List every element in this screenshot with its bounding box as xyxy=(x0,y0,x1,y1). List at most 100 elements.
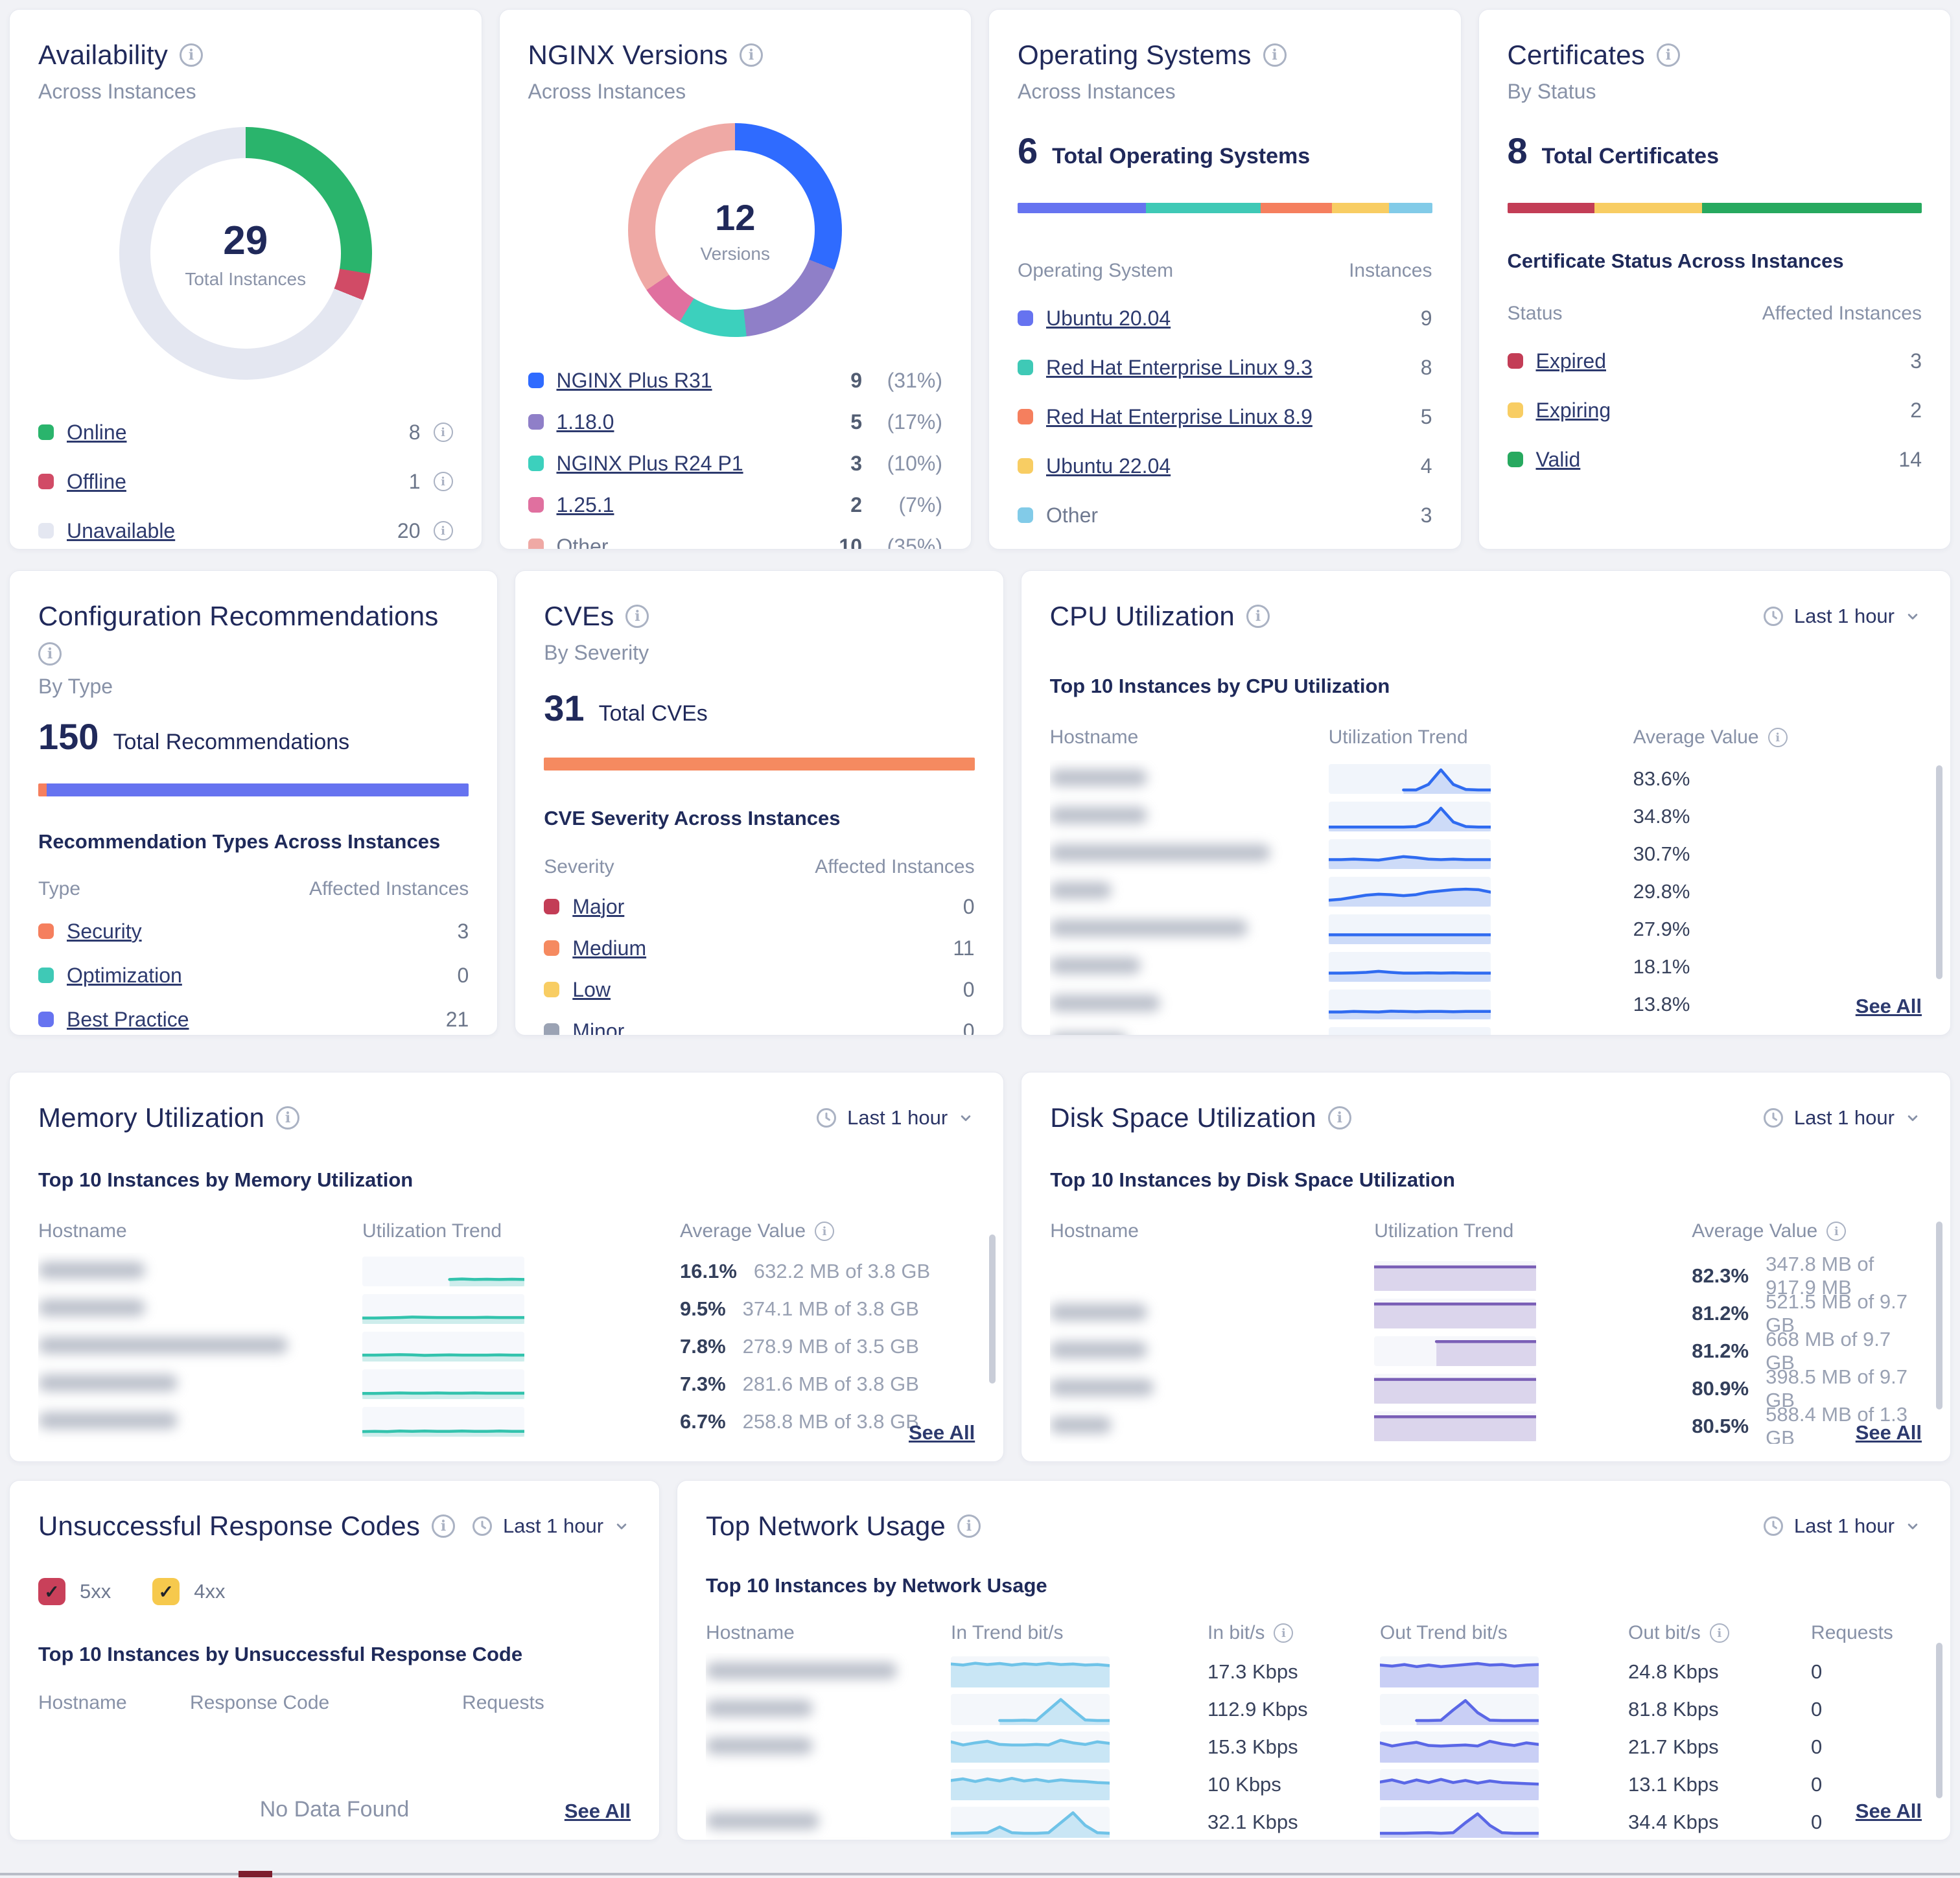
severity-link[interactable]: Major xyxy=(572,895,624,919)
out-trend-sparkline xyxy=(1380,1656,1539,1687)
info-icon[interactable] xyxy=(1826,1222,1846,1241)
hostname-link[interactable] xyxy=(1050,1032,1329,1036)
hostname-link[interactable] xyxy=(706,1662,951,1682)
see-all-link[interactable]: See All xyxy=(1856,995,1922,1018)
legend-color-swatch xyxy=(1018,458,1033,474)
legend-label-link[interactable]: 1.18.0 xyxy=(557,410,614,434)
see-all-link[interactable]: See All xyxy=(1856,1800,1922,1823)
disk-instance-table: 82.3% 347.8 MB of 917.9 MB 81.2% 521.5 M… xyxy=(1050,1253,1922,1444)
time-range-select[interactable]: Last 1 hour xyxy=(1762,1514,1922,1538)
horizontal-scrollbar[interactable] xyxy=(0,1873,1960,1875)
availability-donut-chart: 29 Total Instances xyxy=(119,127,372,380)
info-icon[interactable] xyxy=(432,1514,455,1538)
status-link[interactable]: Expiring xyxy=(1536,399,1611,423)
in-value: 17.3 Kbps xyxy=(1208,1660,1380,1684)
info-icon[interactable] xyxy=(1263,43,1287,67)
out-trend-sparkline xyxy=(1380,1732,1539,1763)
severity-link[interactable]: Medium xyxy=(572,936,646,960)
legend-label-link[interactable]: NGINX Plus R24 P1 xyxy=(557,452,743,476)
os-link[interactable]: Other xyxy=(1046,504,1098,527)
time-range-select[interactable]: Last 1 hour xyxy=(471,1514,631,1538)
hostname-link[interactable] xyxy=(1050,995,1329,1015)
hostname-link[interactable] xyxy=(1050,882,1329,902)
vertical-scrollbar[interactable] xyxy=(1936,1643,1942,1798)
hostname-link[interactable] xyxy=(1050,1379,1374,1399)
hostname-link[interactable] xyxy=(1050,1304,1374,1324)
hostname-link[interactable] xyxy=(1050,769,1329,789)
hostname-link[interactable] xyxy=(38,1374,362,1395)
hostname-link[interactable] xyxy=(1050,1266,1374,1286)
checkbox-checked-icon[interactable] xyxy=(152,1578,180,1605)
legend-label-link[interactable]: Offline xyxy=(67,470,126,494)
horizontal-scrollbar-thumb[interactable] xyxy=(239,1871,272,1877)
severity-link[interactable]: Minor xyxy=(572,1019,624,1036)
time-range-select[interactable]: Last 1 hour xyxy=(1762,605,1922,628)
hostname-link[interactable] xyxy=(1050,807,1329,827)
info-icon[interactable] xyxy=(434,521,453,540)
info-icon[interactable] xyxy=(1768,728,1788,747)
legend-label-link[interactable]: Other xyxy=(557,535,609,550)
info-icon[interactable] xyxy=(1274,1623,1293,1643)
os-link[interactable]: Ubuntu 22.04 xyxy=(1046,454,1171,478)
see-all-link[interactable]: See All xyxy=(1856,1421,1922,1444)
os-link[interactable]: Red Hat Enterprise Linux 8.9 xyxy=(1046,405,1312,429)
bar-segment xyxy=(1332,203,1389,213)
redacted-hostname xyxy=(1050,769,1147,786)
time-range-select[interactable]: Last 1 hour xyxy=(1762,1106,1922,1130)
hostname-link[interactable] xyxy=(706,1700,951,1720)
legend-label-link[interactable]: 1.25.1 xyxy=(557,493,614,517)
hostname-link[interactable] xyxy=(1050,1417,1374,1437)
see-all-link[interactable]: See All xyxy=(565,1800,631,1823)
hostname-link[interactable] xyxy=(38,1299,362,1319)
donut-center-value: 12 xyxy=(715,196,755,238)
hostname-link[interactable] xyxy=(706,1737,951,1757)
column-header-trend: Utilization Trend xyxy=(1374,1220,1692,1242)
status-link[interactable]: Valid xyxy=(1536,448,1581,472)
average-detail: 258.8 MB of 3.8 GB xyxy=(743,1410,919,1433)
info-icon[interactable] xyxy=(740,43,763,67)
legend-label-link[interactable]: NGINX Plus R31 xyxy=(557,369,712,393)
info-icon[interactable] xyxy=(1246,605,1270,628)
info-icon[interactable] xyxy=(434,423,453,442)
legend-label-link[interactable]: Online xyxy=(67,421,127,445)
see-all-link[interactable]: See All xyxy=(909,1421,975,1444)
info-icon[interactable] xyxy=(625,605,649,628)
hostname-link[interactable] xyxy=(1050,920,1329,940)
hostname-link[interactable] xyxy=(38,1262,362,1282)
hostname-link[interactable] xyxy=(38,1412,362,1432)
info-icon[interactable] xyxy=(434,472,453,491)
recommendation-type-list: Security 3 Optimization 0 Best Practice … xyxy=(38,918,469,1032)
hostname-link[interactable] xyxy=(706,1775,951,1795)
vertical-scrollbar[interactable] xyxy=(989,1235,996,1384)
hostname-link[interactable] xyxy=(1050,1341,1374,1362)
info-icon[interactable] xyxy=(180,43,203,67)
type-link[interactable]: Optimization xyxy=(67,964,182,988)
card-subtitle: By Status xyxy=(1508,80,1922,104)
info-icon[interactable] xyxy=(815,1222,834,1241)
status-link[interactable]: Expired xyxy=(1536,349,1607,373)
os-link[interactable]: Ubuntu 20.04 xyxy=(1046,307,1171,330)
info-icon[interactable] xyxy=(1328,1106,1351,1130)
legend-label-link[interactable]: Unavailable xyxy=(67,519,175,543)
legend-row: 1.25.1 2 (7%) xyxy=(528,492,943,518)
info-icon[interactable] xyxy=(276,1106,299,1130)
severity-link[interactable]: Low xyxy=(572,978,611,1002)
info-icon[interactable] xyxy=(957,1514,981,1538)
legend-color-swatch xyxy=(528,497,544,513)
operating-systems-card: Operating Systems Across Instances 6 Tot… xyxy=(988,9,1462,550)
vertical-scrollbar[interactable] xyxy=(1936,765,1942,979)
hostname-link[interactable] xyxy=(706,1813,951,1833)
os-link[interactable]: Red Hat Enterprise Linux 9.3 xyxy=(1046,356,1312,380)
info-icon[interactable] xyxy=(1657,43,1680,67)
type-link[interactable]: Best Practice xyxy=(67,1008,189,1032)
hostname-link[interactable] xyxy=(38,1337,362,1357)
vertical-scrollbar[interactable] xyxy=(1936,1222,1942,1409)
info-icon[interactable] xyxy=(1710,1623,1729,1643)
clock-icon xyxy=(815,1106,838,1130)
type-link[interactable]: Security xyxy=(67,920,142,944)
info-icon[interactable] xyxy=(38,642,62,666)
checkbox-checked-icon[interactable] xyxy=(38,1578,65,1605)
time-range-select[interactable]: Last 1 hour xyxy=(815,1106,975,1130)
hostname-link[interactable] xyxy=(1050,844,1329,864)
hostname-link[interactable] xyxy=(1050,957,1329,977)
